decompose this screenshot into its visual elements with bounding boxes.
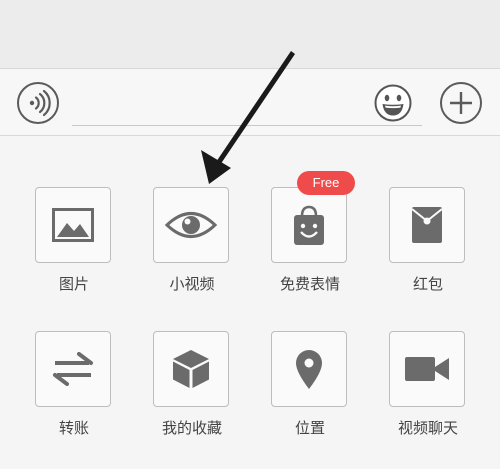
panel-item-label: 转账: [58, 419, 89, 437]
voice-input-button[interactable]: [17, 82, 59, 124]
transfer-tile[interactable]: [35, 331, 111, 407]
panel-item-free-stickers[interactable]: Free 免费表情: [270, 171, 355, 297]
video-camera-icon: [405, 357, 449, 381]
panel-item-label: 红包: [412, 275, 443, 293]
image-icon: [52, 208, 94, 242]
image-tile[interactable]: [35, 187, 111, 263]
panel-item-location[interactable]: 位置: [270, 331, 350, 441]
video-chat-tile[interactable]: [389, 331, 465, 407]
panel-item-label: 我的收藏: [161, 419, 222, 437]
panel-item-red-packet[interactable]: 红包: [388, 187, 468, 297]
panel-item-my-favorites[interactable]: 我的收藏: [152, 331, 232, 441]
sticker-bag-icon: [294, 205, 324, 245]
transfer-arrows-icon: [53, 352, 93, 386]
more-functions-panel: 图片 小视频 Free 免费表情 红包 转账 我的收藏 位置 视频聊天: [0, 136, 500, 469]
plus-icon: [450, 92, 472, 114]
panel-item-short-video[interactable]: 小视频: [152, 187, 232, 297]
panel-item-label: 小视频: [169, 275, 215, 293]
chat-input-bar: [0, 68, 500, 136]
smiley-icon: [374, 84, 412, 122]
panel-item-label: 视频聊天: [397, 419, 458, 437]
favorites-box-icon: [173, 350, 209, 388]
panel-item-image[interactable]: 图片: [34, 187, 114, 297]
red-packet-tile[interactable]: [389, 187, 465, 263]
emoji-button[interactable]: [373, 83, 413, 123]
panel-item-video-chat[interactable]: 视频聊天: [388, 331, 468, 441]
free-stickers-tile[interactable]: [271, 187, 347, 263]
free-badge: Free: [297, 171, 355, 195]
panel-item-label: 图片: [58, 275, 89, 293]
my-favorites-tile[interactable]: [153, 331, 229, 407]
short-video-tile[interactable]: [153, 187, 229, 263]
red-packet-icon: [411, 207, 443, 243]
voice-icon: [29, 89, 51, 117]
more-functions-button[interactable]: [440, 82, 482, 124]
top-strip: [0, 0, 500, 68]
message-input[interactable]: [72, 83, 422, 126]
location-tile[interactable]: [271, 331, 347, 407]
eye-icon: [164, 212, 218, 238]
location-pin-icon: [296, 350, 322, 389]
panel-item-transfer[interactable]: 转账: [34, 331, 114, 441]
panel-item-label: 位置: [294, 419, 325, 437]
panel-item-label: 免费表情: [279, 275, 340, 293]
